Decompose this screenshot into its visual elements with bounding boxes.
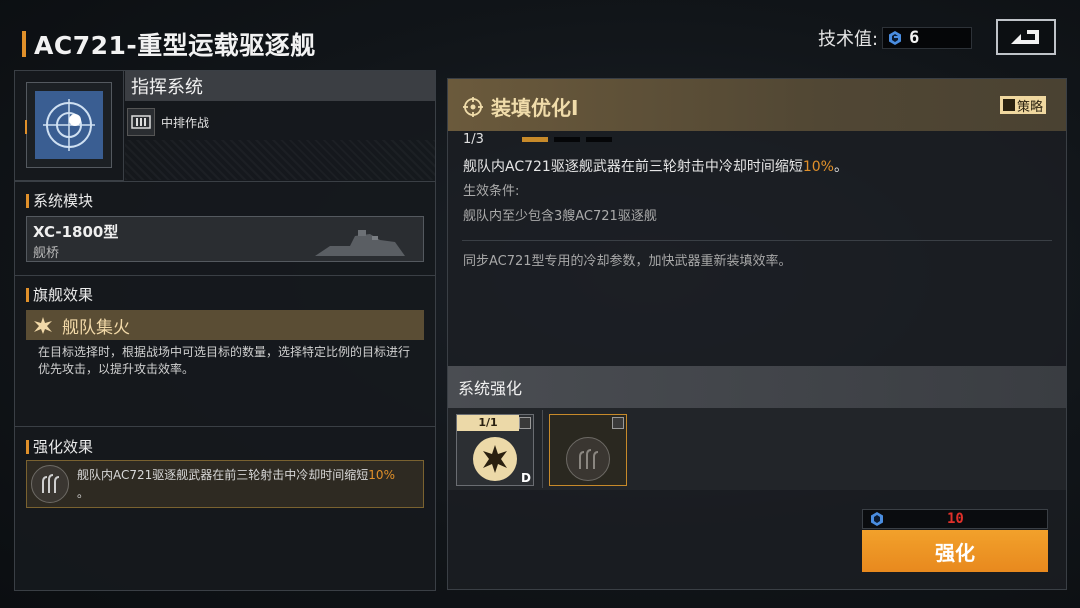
progress-segment-empty: [586, 137, 612, 142]
target-icon: [43, 99, 95, 151]
page-title: AC721-重型运载驱逐舰: [34, 31, 316, 60]
enhance-effect-desc: 舰队内AC721驱逐舰武器在前三轮射击中冷却时间缩短10% 。: [77, 466, 395, 502]
flagship-section-header: 旗舰效果: [26, 284, 93, 305]
page-header: AC721-重型运载驱逐舰: [22, 26, 316, 62]
enhance-slot-1[interactable]: 1/1 D: [456, 414, 534, 486]
enhance-section-header: 强化效果: [26, 436, 93, 457]
upgrade-desc-percent: 10%: [802, 159, 834, 175]
enhance-desc-text: 舰队内AC721驱逐舰武器在前三轮射击中冷却时间缩短: [77, 468, 369, 482]
hatch-pattern: [125, 140, 435, 180]
condition-text: 舰队内至少包含3艘AC721驱逐舰: [463, 209, 657, 224]
system-name-bar: 指挥系统: [125, 71, 435, 101]
upgrade-desc-text: 舰队内AC721驱逐舰武器在前三轮射击中冷却时间缩短: [463, 159, 803, 175]
reload-icon: [31, 465, 69, 503]
progress-segment-empty: [554, 137, 580, 142]
command-system-icon: [35, 91, 103, 159]
enhance-slot-area: [448, 408, 1066, 490]
enhance-desc-tail: 。: [77, 486, 90, 500]
progress-text: 1/3: [463, 132, 484, 147]
tech-gem-icon: [889, 31, 902, 45]
divider: [462, 240, 1052, 241]
flagship-effect-name: 舰队集火: [62, 317, 130, 338]
system-name: 指挥系统: [131, 77, 203, 98]
strategy-icon: [1003, 99, 1015, 111]
slot-grade: D: [521, 471, 531, 485]
tech-value-display: 技术值: 6: [818, 26, 973, 50]
upgrade-desc-end: 。: [833, 159, 848, 175]
cost-value: 10: [947, 511, 964, 527]
tech-gem-icon: [871, 512, 883, 526]
tag-label: 中排作战: [161, 115, 210, 130]
divider: [542, 410, 543, 488]
back-arrow-icon: [1011, 30, 1039, 44]
progress-segment-filled: [522, 137, 548, 142]
divider: [15, 426, 435, 427]
reload-emblem-icon: [566, 437, 610, 481]
divider: [15, 275, 435, 276]
enhance-section-title: 强化效果: [33, 438, 94, 456]
formation-tag-icon: [127, 108, 155, 136]
condition-label: 生效条件:: [463, 184, 520, 199]
crosshair-icon: [463, 96, 483, 117]
enhance-effect-card: 舰队内AC721驱逐舰武器在前三轮射击中冷却时间缩短10% 。: [26, 460, 424, 508]
bridge-module-icon: [315, 230, 405, 256]
upgrade-desc: 舰队内AC721驱逐舰武器在前三轮射击中冷却时间缩短10%。: [463, 156, 848, 176]
module-section-header: 系统模块: [26, 190, 93, 211]
flagship-effect-desc: 在目标选择时，根据战场中可选目标的数量，选择特定比例的目标进行优先攻击，以提升攻…: [38, 345, 411, 376]
system-enhance-title: 系统强化: [458, 379, 523, 398]
tech-value-box: 6: [882, 27, 973, 49]
flagship-section-title: 旗舰效果: [33, 286, 94, 304]
system-enhance-header: 系统强化: [448, 366, 1066, 408]
focus-fire-emblem-icon: [473, 437, 517, 481]
selection-marker: [25, 120, 27, 134]
tech-value: 6: [909, 28, 920, 48]
back-button[interactable]: [996, 19, 1056, 55]
upgrade-title-row: 装填优化I: [463, 92, 578, 121]
title-accent-bar: [22, 31, 26, 57]
divider: [15, 181, 435, 182]
focus-fire-icon: [34, 317, 52, 334]
strategy-button[interactable]: 策略: [1000, 96, 1047, 115]
flagship-effect-bar: 舰队集火: [26, 310, 424, 340]
flavor-text: 同步AC721型专用的冷却参数，加快武器重新装填效率。: [463, 254, 792, 269]
enhance-desc-percent: 10%: [368, 468, 395, 482]
upgrade-label: 强化: [935, 540, 975, 565]
module-section-title: 系统模块: [33, 192, 94, 210]
slot-rank-icon: [612, 417, 624, 429]
slot-rank-icon: [519, 417, 531, 429]
upgrade-cost: 10: [862, 509, 1048, 529]
enhance-slot-2[interactable]: [549, 414, 627, 486]
tech-label: 技术值:: [818, 29, 879, 50]
upgrade-title: 装填优化I: [491, 96, 579, 120]
slot-count: 1/1: [457, 415, 519, 431]
strategy-label: 策略: [1017, 99, 1044, 115]
system-tag: 中排作战: [127, 108, 209, 136]
upgrade-button[interactable]: 强化: [862, 530, 1048, 572]
